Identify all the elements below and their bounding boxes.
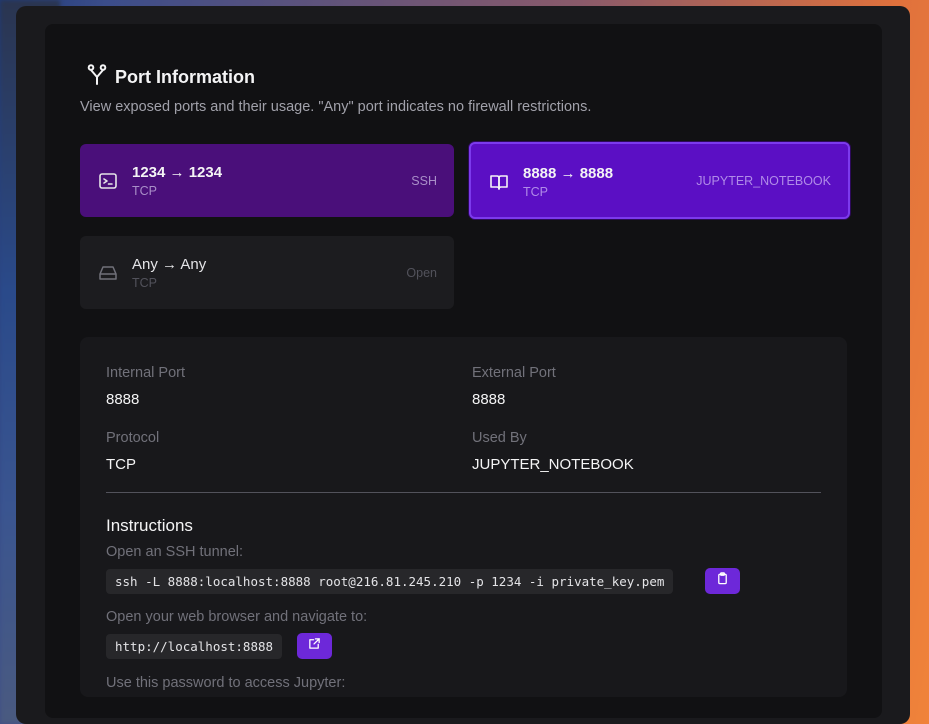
dialog-title: Port Information: [115, 67, 255, 87]
used-by-label: Used By: [472, 430, 527, 446]
external-link-icon: [308, 637, 321, 655]
book-icon: [489, 172, 509, 192]
port-protocol: TCP: [132, 184, 157, 198]
fork-icon: [87, 64, 107, 91]
dialog-header: Port Information: [87, 64, 255, 91]
used-by-value: JUPYTER_NOTEBOOK: [472, 456, 634, 473]
port-details-panel: Internal Port 8888 External Port 8888 Pr…: [80, 337, 847, 697]
internal-port-value: 8888: [106, 391, 140, 408]
port-mapping: Any → Any: [132, 256, 207, 273]
divider: [106, 492, 821, 493]
open-url-button[interactable]: [297, 633, 332, 659]
protocol-value: TCP: [106, 456, 136, 473]
port-mapping: 8888 → 8888: [523, 165, 614, 182]
port-card-any[interactable]: Any → Any TCP Open: [80, 236, 454, 309]
port-protocol: TCP: [523, 185, 548, 199]
port-card-jupyter[interactable]: 8888 → 8888 TCP JUPYTER_NOTEBOOK: [469, 142, 850, 219]
port-information-dialog: Port Information View exposed ports and …: [45, 24, 882, 718]
jupyter-url[interactable]: http://localhost:8888: [106, 634, 283, 659]
clipboard-icon: [716, 572, 729, 590]
ssh-command[interactable]: ssh -L 8888:localhost:8888 root@216.81.2…: [106, 569, 674, 594]
protocol-label: Protocol: [106, 430, 160, 446]
ssh-tunnel-label: Open an SSH tunnel:: [106, 544, 244, 560]
port-used-by: Open: [406, 266, 437, 280]
dialog-subtitle: View exposed ports and their usage. "Any…: [80, 99, 592, 115]
external-port-value: 8888: [472, 391, 506, 408]
external-port-label: External Port: [472, 365, 556, 381]
port-card-ssh[interactable]: 1234 → 1234 TCP SSH: [80, 144, 454, 217]
port-mapping: 1234 → 1234: [132, 164, 223, 181]
terminal-icon: [98, 171, 118, 191]
port-used-by: SSH: [411, 174, 437, 188]
internal-port-label: Internal Port: [106, 365, 185, 381]
copy-command-button[interactable]: [705, 568, 740, 594]
hard-drive-icon: [98, 263, 118, 283]
port-used-by: JUPYTER_NOTEBOOK: [696, 174, 831, 188]
port-protocol: TCP: [132, 276, 157, 290]
password-label: Use this password to access Jupyter:: [106, 675, 346, 691]
instructions-title: Instructions: [106, 516, 193, 535]
browser-label: Open your web browser and navigate to:: [106, 609, 368, 625]
